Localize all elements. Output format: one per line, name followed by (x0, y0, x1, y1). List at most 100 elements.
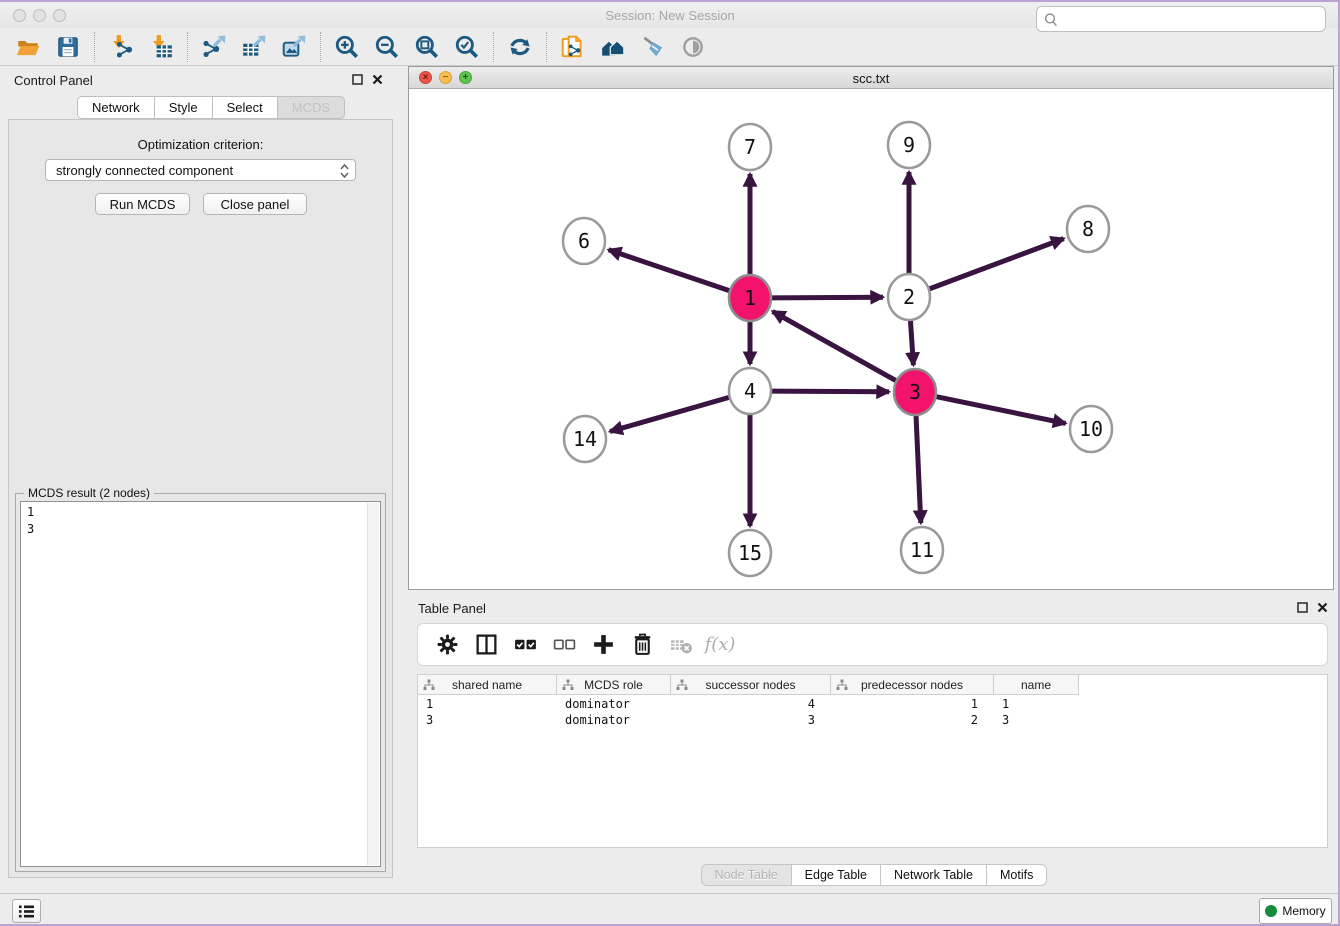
apply-style-icon[interactable] (633, 30, 673, 64)
dropdown-stepper-icon (339, 162, 350, 180)
control-panel: Control Panel NetworkStyleSelectMCDS Opt… (0, 66, 400, 893)
result-scrollbar[interactable] (367, 503, 379, 865)
zoom-selected-icon[interactable] (447, 30, 487, 64)
table-toolbar: f(x) (417, 623, 1328, 666)
export-table-icon[interactable] (234, 30, 274, 64)
column-header-shared-name[interactable]: shared name (418, 675, 557, 695)
import-network-icon[interactable] (101, 30, 141, 64)
toolbar-separator (546, 32, 547, 62)
node-11[interactable]: 11 (901, 527, 943, 573)
close-panel-button[interactable]: Close panel (203, 193, 307, 215)
criterion-dropdown[interactable]: strongly connected component (45, 159, 356, 181)
mcds-result-textarea[interactable]: 1 3 (20, 501, 381, 867)
float-panel-icon[interactable] (352, 74, 363, 85)
cell-predecessor-nodes[interactable]: 1 (831, 696, 994, 712)
delete-icon[interactable] (627, 630, 657, 660)
tab-node-table[interactable]: Node Table (701, 864, 792, 886)
cell-MCDS-role[interactable]: dominator (557, 696, 671, 712)
table-tabs: Node TableEdge TableNetwork TableMotifs (408, 864, 1340, 886)
column-header-predecessor-nodes[interactable]: predecessor nodes (831, 675, 994, 695)
float-panel-icon[interactable] (1297, 602, 1308, 613)
cell-MCDS-role[interactable]: dominator (557, 712, 671, 728)
edge-3-11[interactable] (916, 413, 921, 523)
zoom-fit-icon[interactable] (407, 30, 447, 64)
svg-text:11: 11 (910, 538, 934, 562)
edge-1-6[interactable] (609, 250, 732, 291)
tab-edge-table[interactable]: Edge Table (792, 864, 881, 886)
zoom-out-icon[interactable] (367, 30, 407, 64)
cell-name[interactable]: 3 (994, 712, 1079, 728)
cell-successor-nodes[interactable]: 4 (671, 696, 831, 712)
tab-style[interactable]: Style (155, 96, 213, 119)
tab-mcds[interactable]: MCDS (278, 96, 345, 119)
zoom-in-icon[interactable] (327, 30, 367, 64)
node-14[interactable]: 14 (564, 416, 606, 462)
edge-3-10[interactable] (935, 396, 1066, 423)
import-table-icon[interactable] (141, 30, 181, 64)
node-7[interactable]: 7 (729, 124, 771, 170)
edge-1-2[interactable] (770, 297, 883, 298)
edge-2-3[interactable] (910, 318, 913, 365)
node-8[interactable]: 8 (1067, 206, 1109, 252)
save-session-icon[interactable] (48, 30, 88, 64)
node-3[interactable]: 3 (894, 369, 936, 415)
column-header-name[interactable]: name (994, 675, 1079, 695)
tab-motifs[interactable]: Motifs (987, 864, 1047, 886)
close-panel-icon[interactable] (372, 74, 383, 85)
open-file-icon[interactable] (8, 30, 48, 64)
edge-4-3[interactable] (770, 391, 889, 392)
svg-text:2: 2 (903, 285, 915, 309)
search-input[interactable] (1063, 8, 1321, 30)
cell-shared-name[interactable]: 3 (418, 712, 557, 728)
node-9[interactable]: 9 (888, 122, 930, 168)
run-mcds-button[interactable]: Run MCDS (95, 193, 190, 215)
hide-icon[interactable] (673, 30, 713, 64)
node-6[interactable]: 6 (563, 218, 605, 264)
close-panel-icon[interactable] (1317, 602, 1328, 613)
checkboxes-unchecked-icon[interactable] (549, 630, 579, 660)
settings-icon[interactable] (432, 630, 462, 660)
svg-text:4: 4 (744, 379, 756, 403)
memory-button[interactable]: Memory (1259, 898, 1332, 924)
edge-4-14[interactable] (610, 397, 731, 432)
status-bar: Memory (0, 893, 1340, 926)
cell-shared-name[interactable]: 1 (418, 696, 557, 712)
cell-successor-nodes[interactable]: 3 (671, 712, 831, 728)
tab-select[interactable]: Select (213, 96, 278, 119)
cell-name[interactable]: 1 (994, 696, 1079, 712)
edge-2-8[interactable] (928, 239, 1064, 290)
tab-network[interactable]: Network (77, 96, 155, 119)
add-icon[interactable] (588, 630, 618, 660)
cell-predecessor-nodes[interactable]: 2 (831, 712, 994, 728)
network-canvas[interactable]: 7 9 6 8 1 2 4 3 14 10 15 11 (409, 89, 1333, 589)
column-header-MCDS-role[interactable]: MCDS role (557, 675, 671, 695)
edge-3-1[interactable] (773, 311, 898, 381)
node-1[interactable]: 1 (729, 275, 771, 321)
search-box[interactable] (1036, 6, 1326, 32)
node-2[interactable]: 2 (888, 274, 930, 320)
table-row[interactable]: 3dominator323 (418, 712, 1079, 728)
svg-text:3: 3 (909, 380, 921, 404)
refresh-network-icon[interactable] (500, 30, 540, 64)
optimization-criterion-label: Optimization criterion: (9, 137, 392, 152)
network-window-titlebar[interactable]: × − + scc.txt (409, 67, 1333, 89)
node-15[interactable]: 15 (729, 530, 771, 576)
network-file-icon[interactable] (553, 30, 593, 64)
toolbar-separator (493, 32, 494, 62)
column-header-successor-nodes[interactable]: successor nodes (671, 675, 831, 695)
task-history-button[interactable] (12, 899, 41, 923)
network-view-window: × − + scc.txt 7 9 6 8 1 2 4 3 14 10 (408, 66, 1334, 590)
table-panel-title: Table Panel (418, 601, 486, 616)
svg-text:15: 15 (738, 541, 762, 565)
tab-network-table[interactable]: Network Table (881, 864, 987, 886)
split-columns-icon[interactable] (471, 630, 501, 660)
export-network-icon[interactable] (194, 30, 234, 64)
home-icon[interactable] (593, 30, 633, 64)
export-image-icon[interactable] (274, 30, 314, 64)
checkboxes-checked-icon[interactable] (510, 630, 540, 660)
node-4[interactable]: 4 (729, 368, 771, 414)
node-10[interactable]: 10 (1070, 406, 1112, 452)
table-row[interactable]: 1dominator411 (418, 696, 1079, 712)
node-table[interactable]: shared name MCDS role successor nodes pr… (417, 674, 1328, 848)
task-list-icon (18, 904, 35, 919)
